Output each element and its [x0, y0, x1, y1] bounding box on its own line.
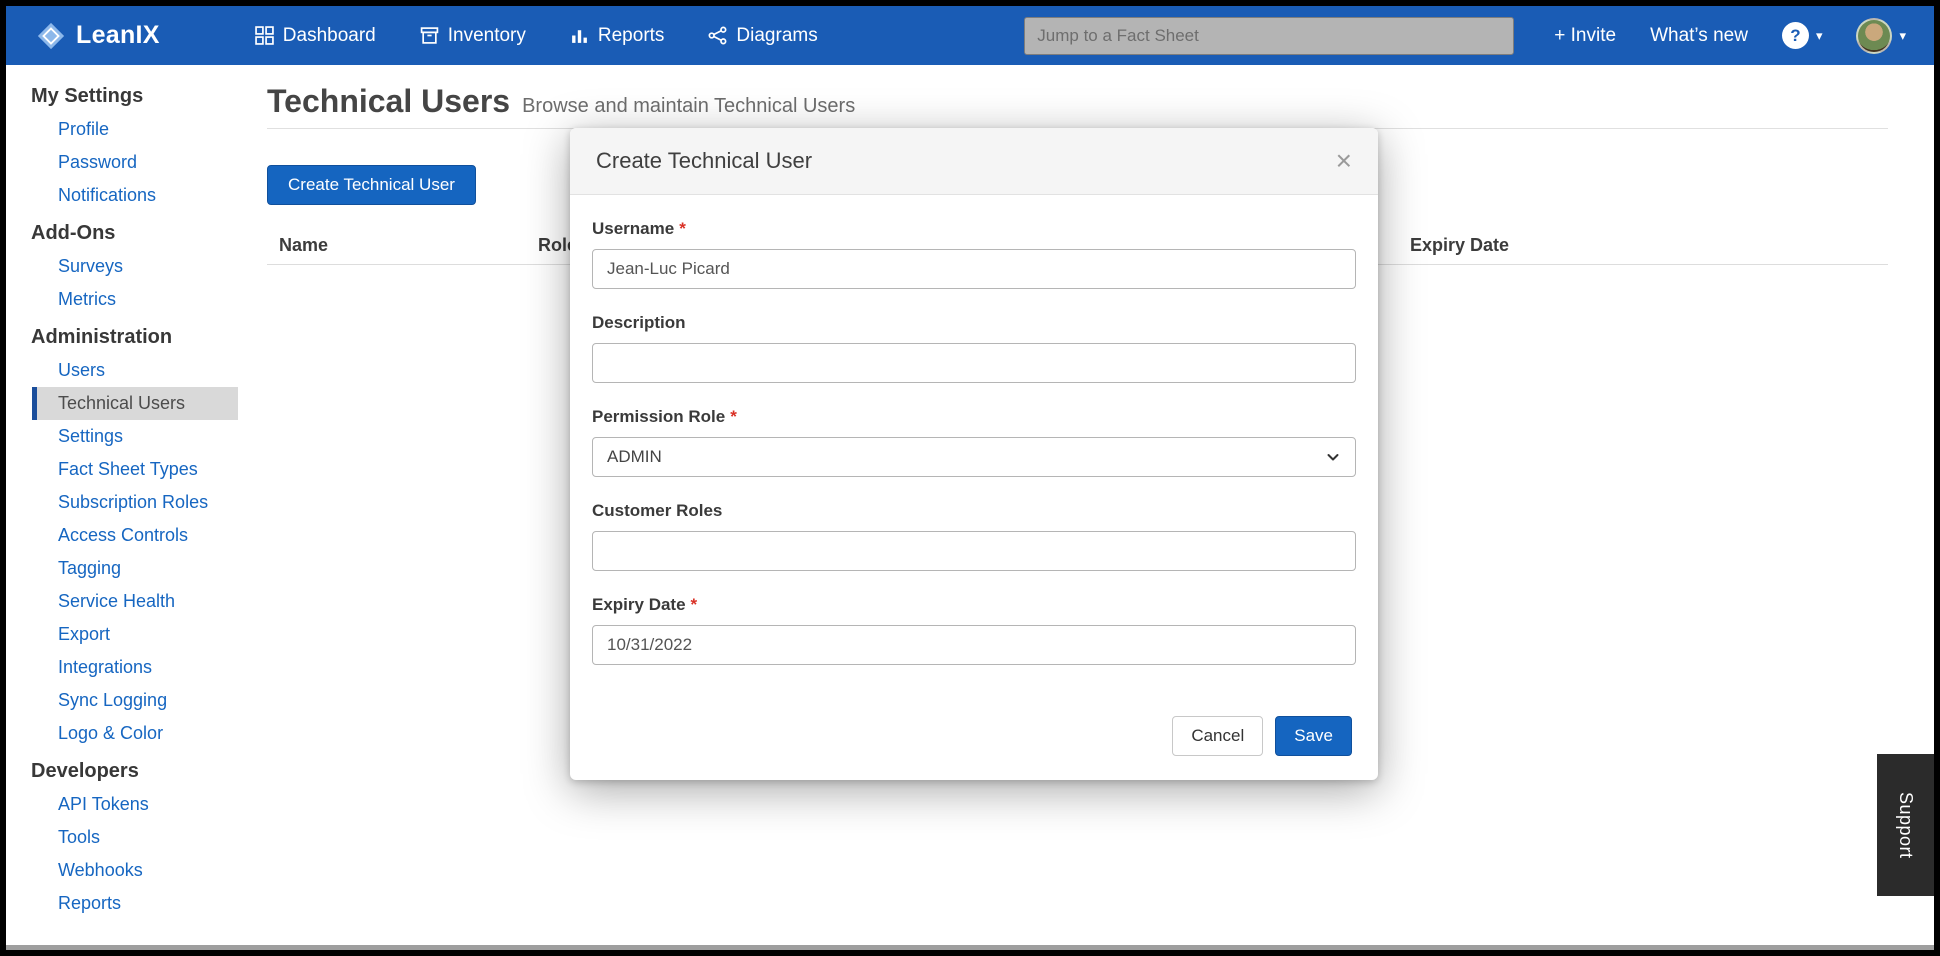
app-window: LeanIX Dashboard Inventory Reports Diagr… — [6, 6, 1934, 950]
customer-roles-label-text: Customer Roles — [592, 501, 723, 520]
sidebar-item-webhooks[interactable]: Webhooks — [6, 854, 260, 887]
required-asterisk: * — [730, 407, 737, 426]
customer-roles-input[interactable] — [592, 531, 1356, 571]
expiry-date-input[interactable] — [592, 625, 1356, 665]
leanix-diamond-icon — [37, 22, 65, 49]
sidebar-item-access-controls[interactable]: Access Controls — [6, 519, 260, 552]
required-asterisk: * — [690, 595, 698, 614]
permission-role-label: Permission Role * — [592, 407, 1356, 427]
nav-diagrams-label: Diagrams — [736, 24, 818, 46]
permission-role-field-group: Permission Role * ADMIN — [592, 407, 1356, 477]
sidebar-item-fact-sheet-types[interactable]: Fact Sheet Types — [6, 453, 260, 486]
nav-dashboard[interactable]: Dashboard — [254, 24, 376, 47]
close-icon[interactable]: × — [1336, 147, 1352, 175]
sidebar-item-technical-users[interactable]: Technical Users — [32, 387, 238, 420]
username-field-group: Username * — [592, 219, 1356, 289]
sidebar-section-add-ons: Add-Ons — [31, 222, 116, 244]
sidebar-item-logo-color[interactable]: Logo & Color — [6, 717, 260, 750]
chevron-down-icon: ▾ — [1815, 27, 1823, 43]
help-icon: ? — [1781, 22, 1809, 49]
help-menu[interactable]: ? ▾ — [1781, 22, 1823, 49]
reports-chart-icon — [572, 30, 587, 43]
bottom-scrollbar-strip — [6, 945, 1934, 950]
permission-role-selected-value: ADMIN — [607, 447, 662, 466]
inventory-box-icon — [420, 27, 438, 44]
customer-roles-field-group: Customer Roles — [592, 501, 1356, 571]
description-label-text: Description — [592, 313, 686, 332]
create-technical-user-button[interactable]: Create Technical User — [267, 165, 476, 205]
nav-reports[interactable]: Reports — [570, 24, 665, 47]
sidebar-item-service-health[interactable]: Service Health — [6, 585, 260, 618]
page-header: Technical Users Browse and maintain Tech… — [267, 83, 1888, 129]
support-tab[interactable]: Support — [1877, 754, 1934, 896]
main-nav: Dashboard Inventory Reports Diagrams — [254, 24, 818, 47]
description-label: Description — [592, 313, 1356, 333]
cancel-button[interactable]: Cancel — [1172, 716, 1264, 756]
sidebar-item-sync-logging[interactable]: Sync Logging — [6, 684, 260, 717]
sidebar-item-metrics[interactable]: Metrics — [6, 283, 260, 316]
invite-button[interactable]: + Invite — [1554, 25, 1616, 47]
leanix-logo[interactable]: LeanIX — [36, 21, 160, 51]
sidebar-item-users[interactable]: Users — [6, 354, 260, 387]
column-header-expiry-date: Expiry Date — [1410, 235, 1510, 255]
modal-footer: Cancel Save — [570, 716, 1378, 780]
customer-roles-label: Customer Roles — [592, 501, 1356, 521]
nav-reports-label: Reports — [597, 24, 665, 46]
sidebar-item-export[interactable]: Export — [6, 618, 260, 651]
sidebar-item-password[interactable]: Password — [6, 146, 260, 179]
sidebar-section-administration: Administration — [31, 326, 173, 348]
required-asterisk: * — [679, 219, 686, 238]
sidebar-item-integrations[interactable]: Integrations — [6, 651, 260, 684]
create-technical-user-modal: Create Technical User × Username* Descri… — [570, 128, 1378, 780]
avatar — [1856, 17, 1893, 54]
username-label-text: Username — [592, 219, 675, 238]
permission-role-label-text: Permission Role — [592, 407, 726, 426]
sidebar-item-subscription-roles[interactable]: Subscription Roles — [6, 486, 260, 519]
user-menu[interactable]: ▾ — [1856, 17, 1906, 54]
sidebar-item-settings[interactable]: Settings — [6, 420, 260, 453]
modal-title: Create Technical User — [596, 148, 813, 173]
top-navbar: LeanIX Dashboard Inventory Reports Diagr… — [6, 6, 1934, 65]
sidebar-item-tagging[interactable]: Tagging — [6, 552, 260, 585]
fact-sheet-search-input[interactable] — [1024, 16, 1515, 55]
modal-header: Create Technical User × — [570, 128, 1378, 195]
expiry-date-label-text: Expiry Date — [592, 595, 686, 614]
diagrams-network-icon — [708, 26, 727, 45]
expiry-date-label: Expiry Date * — [592, 595, 1356, 615]
page-title: Technical Users — [267, 83, 511, 119]
brand-name: LeanIX — [76, 21, 160, 49]
permission-role-select[interactable]: ADMIN — [592, 437, 1356, 477]
sidebar-item-notifications[interactable]: Notifications — [6, 179, 260, 212]
column-header-name: Name — [279, 235, 329, 255]
username-input[interactable] — [592, 249, 1356, 289]
nav-dashboard-label: Dashboard — [282, 24, 376, 46]
nav-diagrams[interactable]: Diagrams — [708, 24, 818, 47]
sidebar-item-api-tokens[interactable]: API Tokens — [6, 788, 260, 821]
nav-inventory-label: Inventory — [447, 24, 526, 46]
sidebar-section-my-settings: My Settings — [31, 85, 144, 107]
sidebar-item-reports[interactable]: Reports — [6, 887, 260, 920]
description-input[interactable] — [592, 343, 1356, 383]
username-label: Username * — [592, 219, 1356, 239]
save-button[interactable]: Save — [1275, 716, 1352, 756]
modal-body: Username* Description Permission Role* A… — [570, 195, 1378, 689]
sidebar-item-profile[interactable]: Profile — [6, 113, 260, 146]
sidebar-item-surveys[interactable]: Surveys — [6, 250, 260, 283]
whats-new-link[interactable]: What’s new — [1650, 25, 1748, 47]
sidebar-item-tools[interactable]: Tools — [6, 821, 260, 854]
expiry-date-field-group: Expiry Date * — [592, 595, 1356, 665]
page-subtitle: Browse and maintain Technical Users — [522, 95, 856, 117]
dashboard-grid-icon — [254, 26, 274, 45]
nav-inventory[interactable]: Inventory — [420, 25, 526, 47]
description-field-group: Description — [592, 313, 1356, 383]
chevron-down-icon: ▾ — [1899, 27, 1906, 43]
chevron-down-icon — [1327, 454, 1339, 461]
navbar-right: + Invite What’s new ? ▾ ▾ — [1554, 17, 1906, 54]
sidebar-section-developers: Developers — [31, 760, 139, 782]
settings-sidebar: My Settings Profile Password Notificatio… — [6, 65, 260, 950]
